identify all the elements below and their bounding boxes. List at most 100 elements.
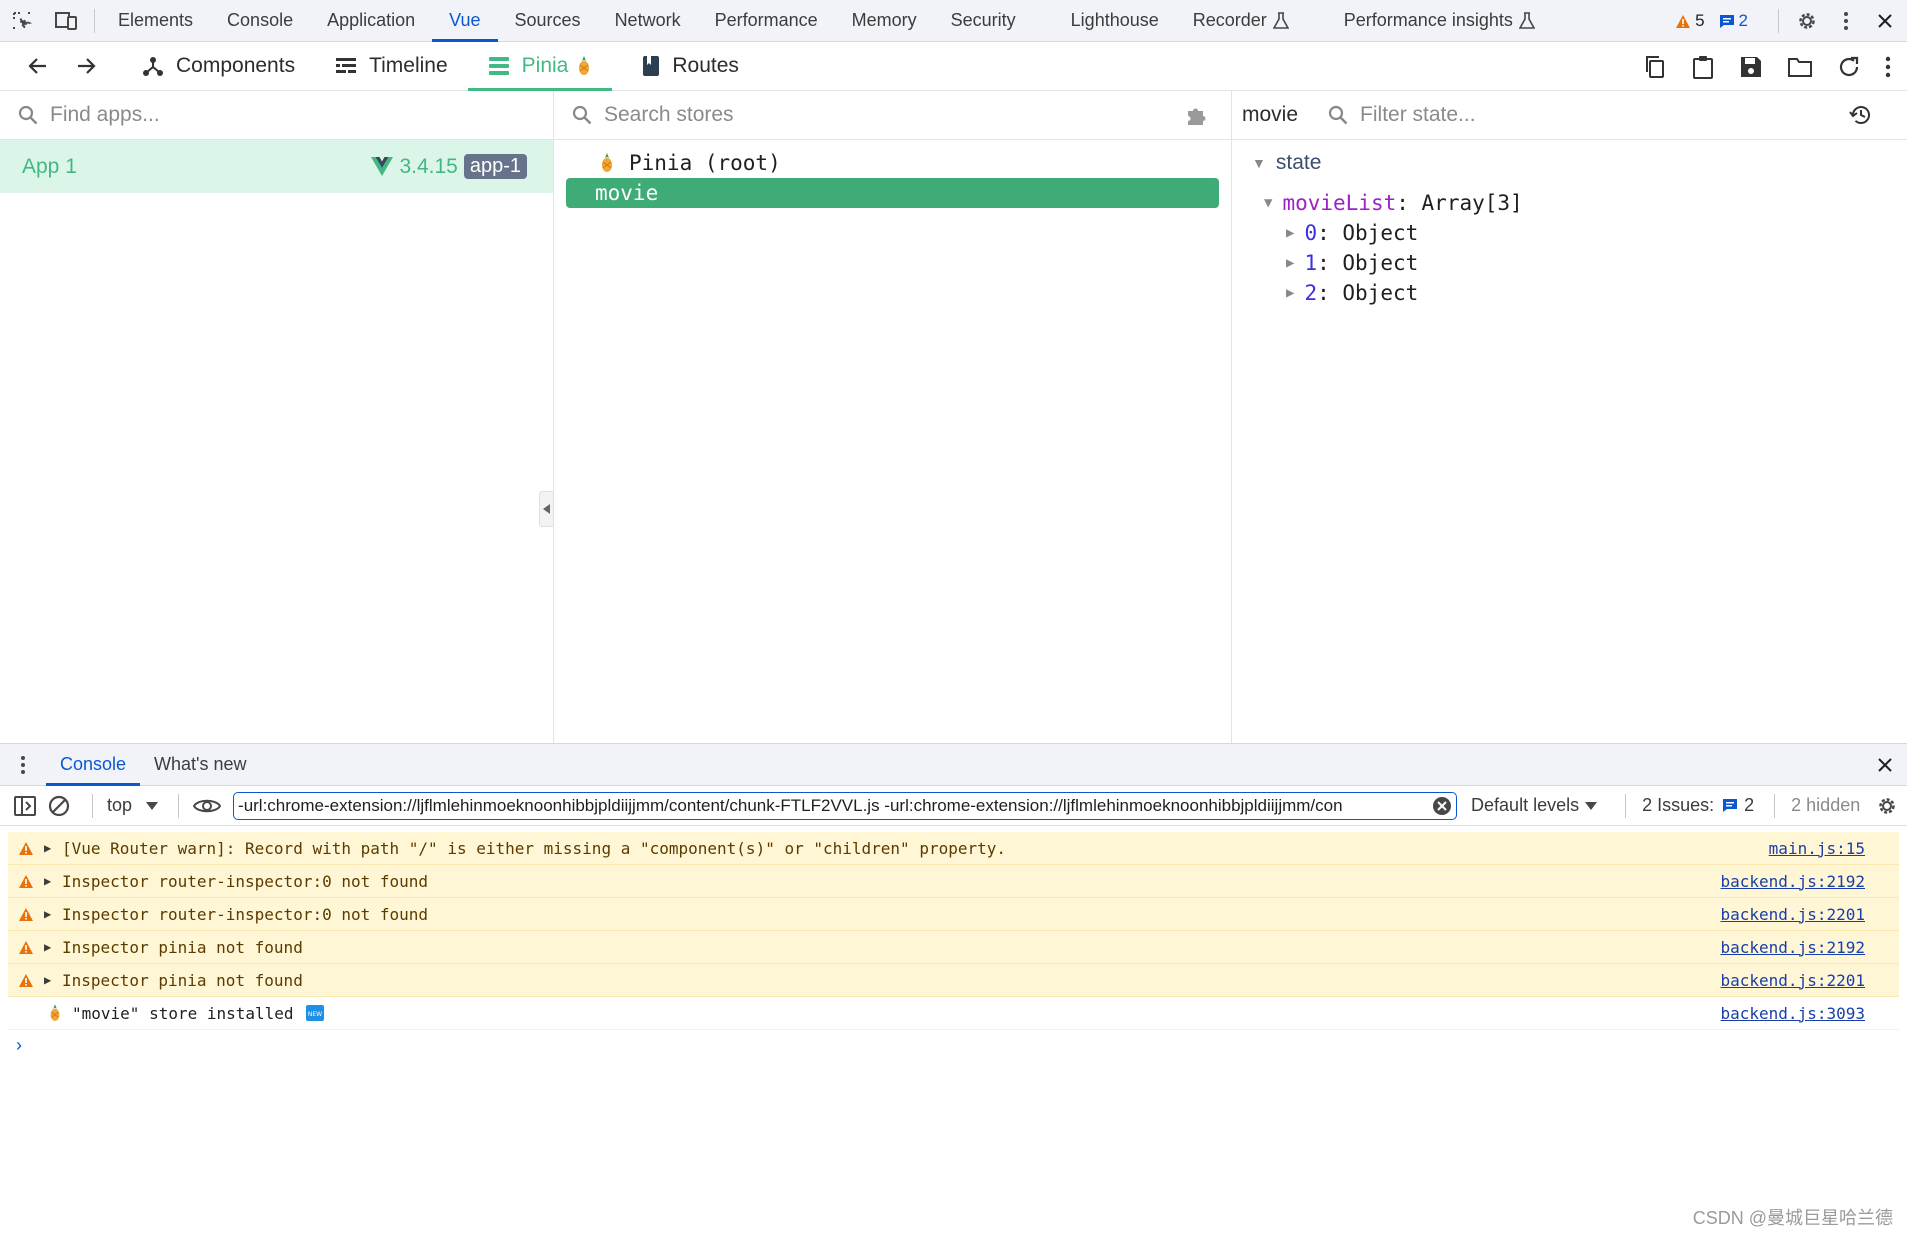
messages-badge[interactable]: 2: [1719, 11, 1748, 31]
drawer-tab-whats-new[interactable]: What's new: [140, 744, 260, 786]
stores-search-input[interactable]: Search stores: [604, 103, 734, 127]
live-expression-eye-icon[interactable]: [193, 797, 222, 815]
vue-devtools-header: Components Timeline Pinia Routes: [0, 42, 1907, 91]
state-row-item[interactable]: ▶ 2 : Object: [1286, 281, 1418, 305]
message-source-link[interactable]: backend.js:2192: [1721, 938, 1866, 957]
state-filter-input[interactable]: Filter state...: [1360, 103, 1476, 127]
console-settings-gear-icon[interactable]: [1876, 795, 1898, 817]
log-levels-dropdown[interactable]: Default levels: [1471, 795, 1598, 816]
tab-elements[interactable]: Elements: [101, 0, 210, 42]
copy-icon[interactable]: [1643, 55, 1667, 79]
issues-link[interactable]: 2 Issues: 2: [1642, 795, 1754, 816]
tab-recorder[interactable]: Recorder: [1176, 0, 1327, 42]
refresh-icon[interactable]: [1837, 55, 1861, 79]
watermark: CSDN @曼城巨星哈兰德: [1692, 1208, 1893, 1228]
tab-console[interactable]: Console: [210, 0, 310, 42]
drawer-tab-console[interactable]: Console: [46, 744, 141, 786]
console-message[interactable]: ▶ Inspector pinia not found backend.js:2…: [8, 931, 1899, 964]
state-row-item[interactable]: ▶ 0 : Object: [1286, 221, 1418, 245]
dropdown-caret-icon: [1585, 801, 1598, 810]
filter-input-wrapper: [233, 791, 1458, 820]
state-row-movielist[interactable]: ▼ movieList : Array[3]: [1264, 191, 1523, 215]
message-source-link[interactable]: main.js:15: [1769, 839, 1865, 858]
tab-sources[interactable]: Sources: [498, 0, 598, 42]
back-arrow-icon[interactable]: [14, 42, 62, 91]
pineapple-icon: [602, 153, 612, 172]
tab-application[interactable]: Application: [310, 0, 432, 42]
tab-memory[interactable]: Memory: [835, 0, 934, 42]
forward-arrow-icon[interactable]: [62, 42, 110, 91]
warning-icon: [8, 940, 44, 955]
collapse-pane-button[interactable]: [539, 491, 554, 527]
tab-lighthouse[interactable]: Lighthouse: [1054, 0, 1176, 42]
caret-down-icon: ▼: [1252, 155, 1266, 171]
context-selector[interactable]: top: [107, 795, 159, 816]
console-message[interactable]: "movie" store installed NEW backend.js:3…: [8, 997, 1899, 1030]
more-options-icon[interactable]: [1829, 0, 1863, 42]
message-text: Inspector pinia not found: [62, 937, 303, 957]
store-root-item[interactable]: Pinia (root): [554, 148, 1231, 178]
warning-icon: [8, 874, 44, 889]
save-icon[interactable]: [1739, 55, 1763, 79]
drawer-menu-icon[interactable]: [0, 744, 46, 786]
message-source-link[interactable]: backend.js:2201: [1721, 905, 1866, 924]
tab-vue[interactable]: Vue: [432, 0, 498, 42]
plugin-puzzle-icon[interactable]: [1185, 104, 1207, 126]
open-folder-icon[interactable]: [1787, 55, 1813, 79]
tab-network[interactable]: Network: [598, 0, 698, 42]
selected-store-title: movie: [1242, 103, 1299, 126]
tab-timeline[interactable]: Timeline: [315, 42, 468, 91]
console-message[interactable]: ▶ Inspector router-inspector:0 not found…: [8, 898, 1899, 931]
stores-icon: [488, 57, 509, 75]
device-toolbar-icon[interactable]: [44, 0, 88, 42]
tab-pinia[interactable]: Pinia: [467, 42, 613, 91]
store-root-label: Pinia (root): [629, 151, 781, 175]
history-icon[interactable]: [1849, 103, 1873, 127]
state-row-item[interactable]: ▶ 1 : Object: [1286, 251, 1418, 275]
console-message[interactable]: ▶ Inspector pinia not found backend.js:2…: [8, 964, 1899, 997]
expand-caret-icon[interactable]: ▶: [44, 973, 58, 987]
tab-routes[interactable]: Routes: [622, 42, 759, 91]
tab-performance-insights[interactable]: Performance insights: [1327, 0, 1552, 42]
vue-logo-icon: [371, 156, 394, 176]
message-source-link[interactable]: backend.js:2192: [1721, 872, 1866, 891]
inspect-element-icon[interactable]: [0, 0, 44, 42]
stores-search-bar[interactable]: Search stores: [554, 91, 1231, 140]
apps-pane: Find apps... App 1 3.4.15 app-1: [0, 91, 554, 743]
warning-icon: [8, 973, 44, 988]
console-message[interactable]: ▶ Inspector router-inspector:0 not found…: [8, 865, 1899, 898]
divider: [1625, 793, 1627, 818]
message-source-link[interactable]: backend.js:2201: [1721, 971, 1866, 990]
tab-security[interactable]: Security: [934, 0, 1054, 42]
warnings-badge[interactable]: 5: [1675, 11, 1705, 31]
paste-clipboard-icon[interactable]: [1691, 55, 1715, 79]
expand-caret-icon[interactable]: ▶: [44, 940, 58, 954]
store-item-movie[interactable]: movie: [566, 178, 1219, 208]
app-vue-version: 3.4.15: [399, 154, 458, 178]
console-message[interactable]: ▶ [Vue Router warn]: Record with path "/…: [8, 832, 1899, 865]
sidebar-toggle-icon[interactable]: [14, 795, 36, 816]
tab-performance[interactable]: Performance: [698, 0, 835, 42]
message-source-link[interactable]: backend.js:3093: [1721, 1004, 1866, 1023]
expand-caret-icon[interactable]: ▶: [44, 907, 58, 921]
close-drawer-icon[interactable]: [1863, 744, 1907, 786]
tab-components[interactable]: Components: [122, 42, 315, 91]
state-section-label: state: [1275, 151, 1322, 174]
state-value: Array[3]: [1421, 191, 1523, 215]
clear-filter-icon[interactable]: [1432, 796, 1452, 816]
apps-search-input[interactable]: Find apps...: [50, 103, 160, 127]
log-levels-label: Default levels: [1471, 795, 1580, 815]
close-devtools-icon[interactable]: [1863, 0, 1907, 42]
state-index: 1: [1304, 251, 1318, 275]
console-prompt[interactable]: ›: [0, 1030, 1907, 1060]
state-index: 2: [1304, 281, 1318, 305]
apps-search-bar[interactable]: Find apps...: [0, 91, 553, 140]
expand-caret-icon[interactable]: ▶: [44, 874, 58, 888]
state-section-toggle[interactable]: ▼ state: [1252, 151, 1321, 175]
app-list-item[interactable]: App 1 3.4.15 app-1: [0, 140, 553, 193]
settings-gear-icon[interactable]: [1785, 0, 1829, 42]
expand-caret-icon[interactable]: ▶: [44, 841, 58, 855]
console-filter-input[interactable]: [233, 791, 1458, 820]
more-options-icon[interactable]: [1885, 56, 1891, 78]
clear-console-icon[interactable]: [48, 795, 70, 817]
